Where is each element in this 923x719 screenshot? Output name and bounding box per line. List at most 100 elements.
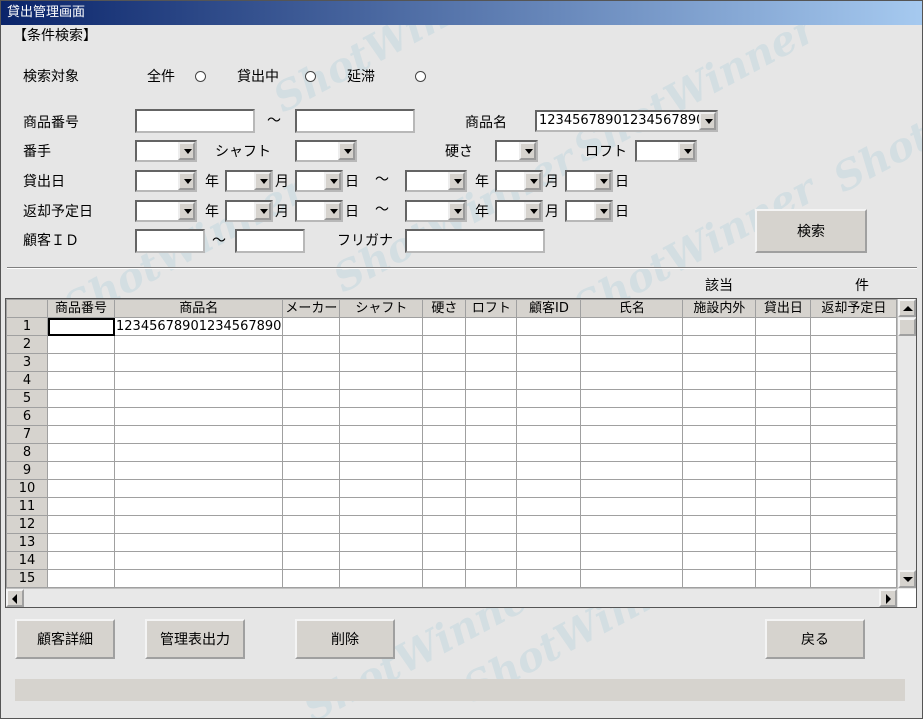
table-cell[interactable] xyxy=(339,461,424,480)
table-cell[interactable] xyxy=(47,371,115,390)
table-cell[interactable] xyxy=(755,371,812,390)
table-cell[interactable] xyxy=(47,533,115,552)
column-header[interactable]: 顧客ID xyxy=(516,299,582,318)
table-cell[interactable] xyxy=(422,443,467,462)
table-cell[interactable] xyxy=(810,551,898,570)
table-cell[interactable] xyxy=(282,497,341,516)
table-cell[interactable] xyxy=(113,515,284,534)
table-cell[interactable] xyxy=(113,551,284,570)
table-cell[interactable] xyxy=(465,335,518,354)
table-cell[interactable] xyxy=(516,353,582,372)
product-no-from-input[interactable] xyxy=(135,109,255,133)
table-cell[interactable] xyxy=(465,425,518,444)
return-date-from-month-select[interactable] xyxy=(225,200,273,222)
option-all-radio[interactable] xyxy=(195,71,206,82)
return-date-to-month-select[interactable] xyxy=(495,200,543,222)
table-cell[interactable] xyxy=(422,353,467,372)
table-cell[interactable] xyxy=(516,569,582,588)
table-row[interactable]: 8 xyxy=(6,443,901,462)
table-cell[interactable] xyxy=(465,371,518,390)
table-cell[interactable] xyxy=(580,407,684,426)
table-cell[interactable] xyxy=(282,317,341,336)
row-header[interactable]: 1 xyxy=(6,317,48,336)
table-cell[interactable] xyxy=(516,461,582,480)
table-cell[interactable] xyxy=(810,317,898,336)
table-cell[interactable] xyxy=(755,497,812,516)
return-date-from-day-select[interactable] xyxy=(295,200,343,222)
lend-date-to-day-select[interactable] xyxy=(565,170,613,192)
table-cell[interactable] xyxy=(339,317,424,336)
option-lending-radio[interactable] xyxy=(305,71,316,82)
table-cell[interactable] xyxy=(810,479,898,498)
chevron-down-icon[interactable] xyxy=(519,142,536,160)
table-cell[interactable] xyxy=(113,533,284,552)
table-cell[interactable] xyxy=(339,335,424,354)
table-cell[interactable] xyxy=(422,497,467,516)
table-cell[interactable] xyxy=(810,515,898,534)
table-cell[interactable] xyxy=(682,371,757,390)
table-cell[interactable] xyxy=(113,443,284,462)
chevron-down-icon[interactable] xyxy=(178,172,195,190)
table-cell[interactable] xyxy=(580,479,684,498)
table-row[interactable]: 5 xyxy=(6,389,901,408)
table-row[interactable]: 10 xyxy=(6,479,901,498)
table-cell[interactable] xyxy=(339,515,424,534)
table-cell[interactable] xyxy=(282,407,341,426)
table-cell[interactable] xyxy=(113,407,284,426)
table-cell[interactable] xyxy=(47,551,115,570)
table-cell[interactable] xyxy=(516,515,582,534)
table-cell[interactable] xyxy=(339,533,424,552)
table-cell[interactable] xyxy=(682,515,757,534)
customer-id-to-input[interactable] xyxy=(235,229,305,253)
table-cell[interactable] xyxy=(682,389,757,408)
shaft-select[interactable] xyxy=(295,140,357,162)
chevron-down-icon[interactable] xyxy=(178,142,195,160)
table-cell[interactable] xyxy=(47,461,115,480)
table-cell[interactable] xyxy=(755,461,812,480)
vertical-scrollbar[interactable] xyxy=(897,299,916,589)
table-cell[interactable] xyxy=(47,353,115,372)
table-cell[interactable] xyxy=(465,407,518,426)
table-cell[interactable] xyxy=(810,407,898,426)
table-cell[interactable] xyxy=(422,569,467,588)
table-cell[interactable] xyxy=(580,317,684,336)
table-cell[interactable] xyxy=(113,479,284,498)
chevron-down-icon[interactable] xyxy=(324,202,341,220)
table-cell[interactable] xyxy=(47,479,115,498)
table-cell[interactable] xyxy=(282,479,341,498)
table-cell[interactable] xyxy=(465,353,518,372)
table-cell[interactable] xyxy=(682,353,757,372)
table-cell[interactable] xyxy=(422,407,467,426)
table-cell[interactable] xyxy=(516,317,582,336)
table-cell[interactable] xyxy=(113,335,284,354)
table-row[interactable]: 11 xyxy=(6,497,901,516)
table-cell[interactable] xyxy=(755,389,812,408)
table-cell[interactable] xyxy=(580,425,684,444)
loft-select[interactable] xyxy=(635,140,697,162)
scroll-up-icon[interactable] xyxy=(898,299,916,317)
table-cell[interactable] xyxy=(465,443,518,462)
row-header[interactable]: 3 xyxy=(6,353,48,372)
table-cell[interactable] xyxy=(113,461,284,480)
row-header[interactable]: 5 xyxy=(6,389,48,408)
lend-date-from-month-select[interactable] xyxy=(225,170,273,192)
table-cell[interactable] xyxy=(810,461,898,480)
row-header[interactable]: 15 xyxy=(6,569,48,588)
row-header[interactable]: 12 xyxy=(6,515,48,534)
table-cell[interactable] xyxy=(516,425,582,444)
table-cell[interactable] xyxy=(580,353,684,372)
table-cell[interactable] xyxy=(282,551,341,570)
column-header[interactable]: 施設内外 xyxy=(682,299,757,318)
option-overdue-radio[interactable] xyxy=(415,71,426,82)
table-cell[interactable] xyxy=(580,551,684,570)
table-cell[interactable] xyxy=(755,407,812,426)
column-header[interactable]: 商品名 xyxy=(113,299,284,318)
column-header[interactable]: ロフト xyxy=(465,299,518,318)
table-cell[interactable] xyxy=(682,443,757,462)
table-cell[interactable] xyxy=(810,497,898,516)
table-row[interactable]: 14 xyxy=(6,551,901,570)
table-cell[interactable] xyxy=(422,533,467,552)
table-cell[interactable] xyxy=(516,533,582,552)
table-cell[interactable] xyxy=(755,425,812,444)
table-cell[interactable] xyxy=(516,551,582,570)
